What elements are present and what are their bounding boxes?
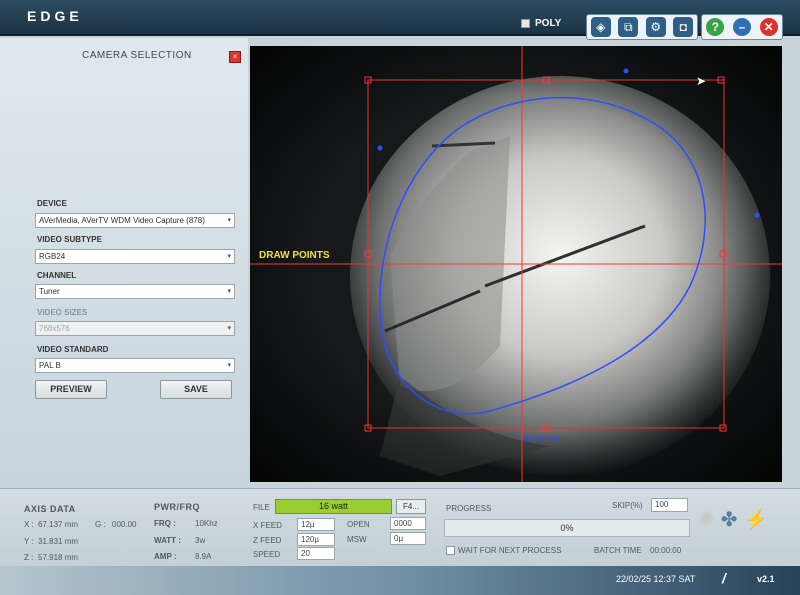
window-controls: ? – ✕ — [701, 14, 783, 40]
standard-label: VIDEO STANDARD — [37, 345, 109, 354]
chevron-down-icon: ▾ — [227, 325, 231, 332]
layers-icon[interactable]: ◈ — [590, 17, 611, 37]
datetime: 22/02/25 12:37 SAT — [616, 574, 696, 584]
msw-field[interactable]: 0µ — [390, 532, 426, 545]
xfeed-label: X FEED — [253, 521, 282, 530]
camera-settings-icon[interactable]: ⧉ — [618, 17, 639, 37]
amp-label: AMP : — [154, 552, 177, 561]
progress-value: 0% — [560, 523, 574, 533]
save-button[interactable]: SAVE — [160, 380, 232, 399]
polygon-point — [754, 212, 760, 218]
separator-icon: / — [722, 570, 726, 586]
status-icons: ✺ ✤ ⚡ — [698, 509, 768, 531]
watt-value: 3w — [195, 536, 206, 545]
z-value: 57.918 mm — [38, 553, 79, 562]
speed-label: SPEED — [253, 550, 281, 559]
wait-label: WAIT FOR NEXT PROCESS — [458, 546, 562, 555]
mouse-cursor-icon: ➤ — [696, 74, 707, 88]
app-title: EDGE — [27, 8, 83, 24]
progress-bar: 0% — [444, 519, 690, 537]
xfeed-field[interactable]: 12µ — [297, 518, 335, 531]
skip-label: SKIP(%) — [612, 501, 643, 510]
chevron-down-icon: ▾ — [227, 362, 231, 369]
close-icon[interactable]: × — [229, 51, 241, 63]
y-label: Y : — [24, 537, 34, 546]
zfeed-field[interactable]: 120µ — [297, 533, 335, 546]
watt-label: WATT : — [154, 536, 181, 545]
poly-checkbox[interactable] — [521, 19, 530, 28]
zfeed-label: Z FEED — [253, 536, 282, 545]
version: v2.1 — [757, 574, 775, 584]
msw-label: MSW — [347, 535, 367, 544]
draw-points-label: DRAW POINTS — [259, 250, 330, 261]
f4-button[interactable]: F4... — [396, 499, 426, 514]
open-field[interactable]: 0000 — [390, 517, 426, 530]
sizes-label: VIDEO SIZES — [37, 308, 88, 317]
chevron-down-icon: ▾ — [227, 253, 231, 260]
batch-time-value: 00:00:00 — [650, 546, 682, 555]
x-value: 67.137 mm — [38, 520, 79, 529]
subtype-value: RGB24 — [39, 252, 66, 261]
camera-view[interactable]: 0.0(-0.00) DRAW POINTS ➤ — [250, 46, 782, 482]
preview-button[interactable]: PREVIEW — [35, 380, 107, 399]
subtype-label: VIDEO SUBTYPE — [37, 235, 102, 244]
camera-selection-panel: CAMERA SELECTION × DEVICE AVerMedia, AVe… — [0, 38, 248, 488]
g-value: 000.00 — [112, 520, 137, 529]
speed-field[interactable]: 20 — [297, 547, 335, 560]
poly-toggle[interactable]: POLY — [521, 18, 561, 29]
open-label: OPEN — [347, 520, 370, 529]
device-label: DEVICE — [37, 199, 67, 208]
standard-value: PAL B — [39, 361, 61, 370]
polygon-point — [623, 68, 629, 74]
device-select[interactable]: AVerMedia, AVerTV WDM Video Capture (878… — [35, 213, 235, 228]
g-label: G : — [95, 520, 106, 529]
minimize-icon[interactable]: – — [732, 18, 751, 36]
wait-checkbox[interactable] — [446, 546, 455, 555]
sizes-value: 768x576 — [39, 324, 70, 333]
skip-value: 100 — [655, 500, 669, 509]
standard-select[interactable]: PAL B ▾ — [35, 358, 235, 373]
chevron-down-icon: ▾ — [227, 288, 231, 295]
status-panel: AXIS DATA X : 67.137 mm G : 000.00 Y : 3… — [0, 488, 800, 566]
camera-icon[interactable]: ◘ — [673, 17, 694, 37]
pwr-frq-title: PWR/FRQ — [154, 502, 200, 512]
file-label: FILE — [253, 503, 270, 512]
gear-icon[interactable]: ⚙ — [645, 17, 666, 37]
amp-value: 8.9A — [195, 552, 212, 561]
lightning-icon: ⚡ — [743, 509, 769, 531]
channel-select[interactable]: Tuner ▾ — [35, 284, 235, 299]
camera-overlay: 0.0(-0.00) — [250, 46, 782, 482]
progress-label: PROGRESS — [446, 504, 492, 513]
fan-icon: ✤ — [720, 509, 738, 531]
y-value: 31.831 mm — [38, 537, 79, 546]
status-bar: 22/02/25 12:37 SAT / v2.1 — [0, 566, 800, 595]
title-bar: EDGE POLY ◈ ⧉ ⚙ ◘ ? – ✕ — [0, 0, 800, 40]
poly-label: POLY — [535, 18, 562, 29]
device-value: AVerMedia, AVerTV WDM Video Capture (878… — [39, 216, 205, 225]
coordinate-readout: 0.0(-0.00) — [523, 435, 558, 444]
chevron-down-icon: ▾ — [227, 217, 231, 224]
channel-label: CHANNEL — [37, 271, 77, 280]
sun-icon: ✺ — [698, 509, 715, 531]
channel-value: Tuner — [39, 287, 60, 296]
subtype-select[interactable]: RGB24 ▾ — [35, 249, 235, 264]
z-label: Z : — [24, 553, 34, 562]
help-icon[interactable]: ? — [706, 18, 725, 36]
tool-group: ◈ ⧉ ⚙ ◘ — [586, 14, 698, 40]
skip-stepper[interactable]: 100 — [651, 498, 688, 512]
frq-label: FRQ : — [154, 519, 176, 528]
camera-selection-title: CAMERA SELECTION — [82, 50, 192, 61]
polygon-point — [377, 145, 383, 151]
sizes-select: 768x576 ▾ — [35, 321, 235, 336]
file-value[interactable]: 16 watt — [275, 499, 392, 514]
batch-time-label: BATCH TIME — [594, 546, 642, 555]
x-label: X : — [24, 520, 34, 529]
frq-value: 10Khz — [195, 519, 218, 528]
axis-data-title: AXIS DATA — [24, 504, 76, 514]
close-icon[interactable]: ✕ — [759, 18, 778, 36]
